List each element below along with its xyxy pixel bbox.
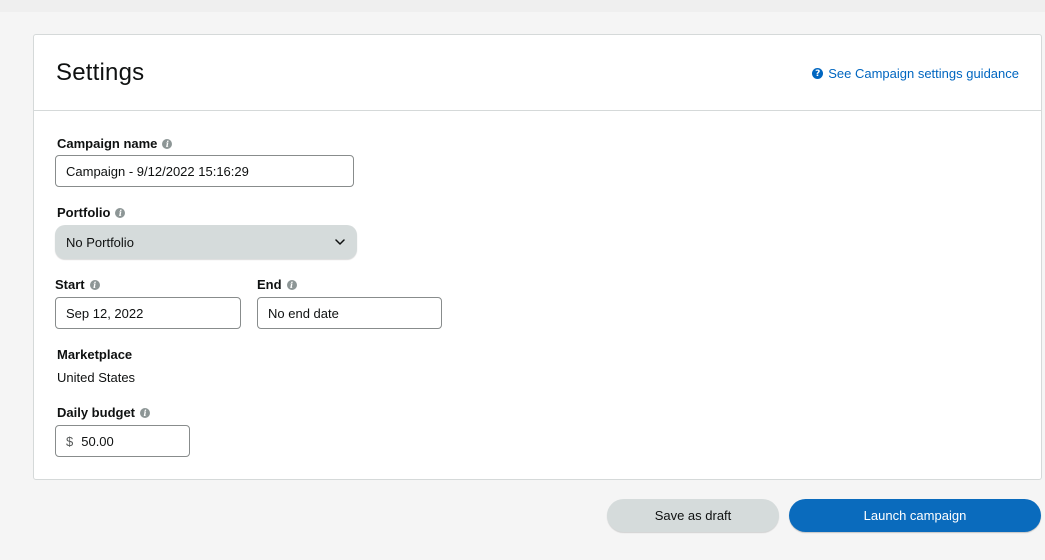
portfolio-selected-value: No Portfolio xyxy=(66,234,134,250)
panel-header: Settings ? See Campaign settings guidanc… xyxy=(34,35,1041,111)
save-as-draft-button[interactable]: Save as draft xyxy=(607,499,779,532)
campaign-name-input[interactable]: Campaign - 9/12/2022 15:16:29 xyxy=(55,155,354,187)
info-icon[interactable]: i xyxy=(162,138,173,149)
start-date-input[interactable]: Sep 12, 2022 xyxy=(55,297,241,329)
daily-budget-value: 50.00 xyxy=(81,433,114,449)
info-icon[interactable]: i xyxy=(286,279,297,290)
start-label-text: Start xyxy=(55,277,85,292)
help-icon: ? xyxy=(812,68,824,79)
marketplace-label-text: Marketplace xyxy=(57,347,133,362)
daily-budget-input[interactable]: $ 50.00 xyxy=(55,425,190,457)
top-shade xyxy=(0,0,1045,12)
campaign-name-value: Campaign - 9/12/2022 15:16:29 xyxy=(66,163,249,179)
chevron-down-icon xyxy=(334,236,346,248)
end-label-text: End xyxy=(257,277,282,292)
campaign-name-label: Campaign name i xyxy=(57,136,173,151)
launch-campaign-label: Launch campaign xyxy=(863,508,967,523)
end-date-input[interactable]: No end date xyxy=(257,297,442,329)
save-as-draft-label: Save as draft xyxy=(654,508,732,523)
portfolio-label: Portfolio i xyxy=(57,205,126,220)
info-icon[interactable]: i xyxy=(115,207,126,218)
start-label: Start i xyxy=(55,277,100,292)
portfolio-label-text: Portfolio xyxy=(57,205,111,220)
marketplace-label: Marketplace xyxy=(57,347,132,362)
info-icon[interactable]: i xyxy=(140,407,151,418)
end-label: End i xyxy=(257,277,297,292)
launch-campaign-button[interactable]: Launch campaign xyxy=(789,499,1041,532)
campaign-name-label-text: Campaign name xyxy=(57,136,158,151)
daily-budget-label: Daily budget i xyxy=(57,405,151,420)
daily-budget-label-text: Daily budget xyxy=(57,405,136,420)
marketplace-value: United States xyxy=(57,370,136,385)
guidance-link-label: See Campaign settings guidance xyxy=(828,66,1019,81)
start-date-value: Sep 12, 2022 xyxy=(66,305,144,321)
campaign-settings-guidance-link[interactable]: ? See Campaign settings guidance xyxy=(812,66,1019,81)
info-icon[interactable]: i xyxy=(89,279,100,290)
portfolio-select[interactable]: No Portfolio xyxy=(55,225,357,259)
currency-symbol: $ xyxy=(66,433,74,449)
end-date-value: No end date xyxy=(268,305,339,321)
page-title: Settings xyxy=(56,59,145,86)
